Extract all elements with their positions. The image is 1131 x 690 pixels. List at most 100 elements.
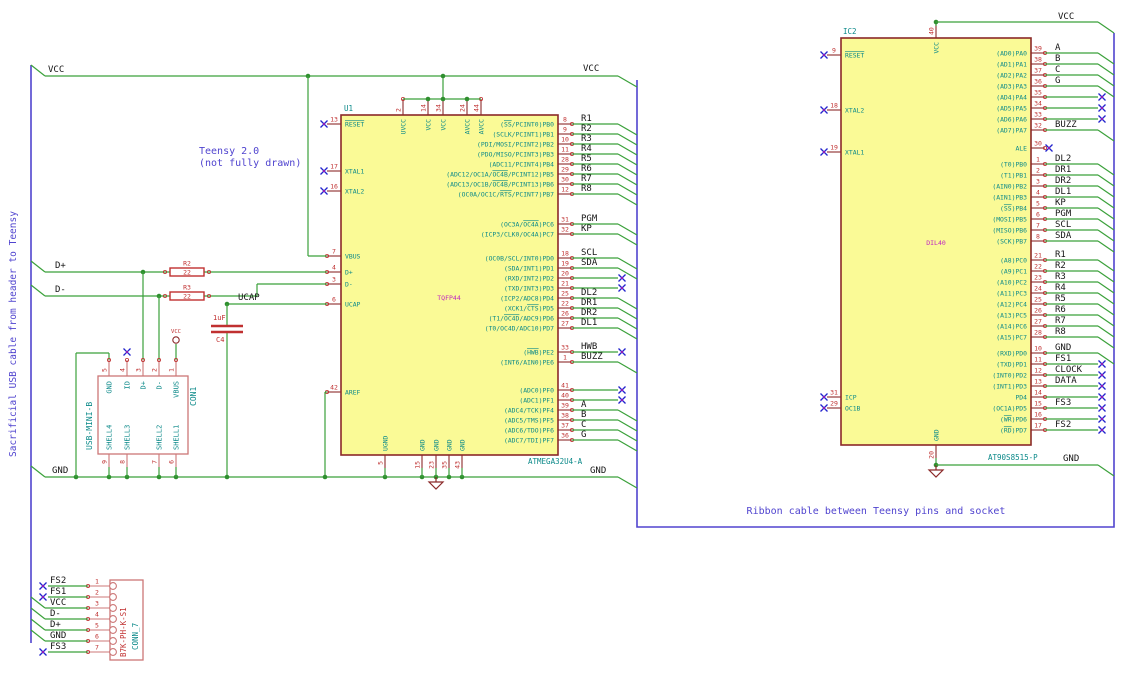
- net-label-fs1[interactable]: FS1: [1055, 354, 1071, 364]
- net-label-r3[interactable]: R3: [581, 134, 592, 144]
- net-label-r4[interactable]: R4: [581, 144, 592, 154]
- net-label-fs2[interactable]: FS2: [1055, 420, 1071, 430]
- net-label-dminus[interactable]: D-: [55, 285, 66, 295]
- net-label-ic2-gnd[interactable]: GND: [1063, 454, 1079, 464]
- pin-name: (OC0A/OC1C/RTS/PCINT7)PB7: [458, 190, 554, 198]
- net-label-clock[interactable]: CLOCK: [1055, 365, 1083, 375]
- net-label-kp[interactable]: KP: [1055, 198, 1066, 208]
- net-label-d-[interactable]: D-: [50, 609, 61, 619]
- net-label-r7[interactable]: R7: [581, 174, 592, 184]
- net-label-d+[interactable]: D+: [50, 620, 61, 630]
- net-label-r2[interactable]: R2: [581, 124, 592, 134]
- net-label-buzz[interactable]: BUZZ: [1055, 120, 1077, 130]
- net-label-gnd[interactable]: GND: [50, 631, 66, 641]
- net-label-fs1[interactable]: FS1: [50, 587, 66, 597]
- pin-name: SHELL1: [173, 425, 181, 450]
- u1-value[interactable]: ATMEGA32U4-A: [528, 457, 583, 466]
- pin-name: (A15)PC7: [996, 333, 1027, 341]
- net-label-dplus[interactable]: D+: [55, 261, 66, 271]
- net-label-a[interactable]: A: [1055, 43, 1061, 53]
- net-label-kp[interactable]: KP: [581, 224, 592, 234]
- wire-segment: [1097, 129, 1115, 142]
- net-label-pgm[interactable]: PGM: [581, 214, 598, 224]
- net-label-r4[interactable]: R4: [1055, 283, 1066, 293]
- net-label-r7[interactable]: R7: [1055, 316, 1066, 326]
- wire-segment: [617, 153, 638, 166]
- net-label-gnd-left[interactable]: GND: [52, 466, 68, 476]
- net-label-g[interactable]: G: [1055, 76, 1060, 86]
- pin-number: 36: [561, 432, 569, 440]
- net-label-dr1[interactable]: DR1: [1055, 165, 1071, 175]
- net-label-b[interactable]: B: [1055, 54, 1060, 64]
- conn7-symbol[interactable]: B7K-PH-K-S1 CONN_71FS22FS13VCC4D-5D+6GND7…: [30, 576, 144, 661]
- pin-number: 4: [332, 264, 336, 272]
- ic2-symbol[interactable]: IC2AT90S8515-PDIL409RESET18XTAL219XTAL13…: [820, 19, 1115, 462]
- net-label-fs3[interactable]: FS3: [50, 642, 66, 652]
- net-label-r1[interactable]: R1: [1055, 250, 1066, 260]
- r2-symbol[interactable]: R222: [162, 260, 211, 277]
- pin-name: (A8)PC0: [1000, 256, 1027, 264]
- con1-symbol[interactable]: USB-MINI-B CON1 5 GND 4 ID 3 D+ 2 D- 1 VBUS 9 SHELL4 8…: [85, 357, 198, 467]
- net-label-dl1[interactable]: DL1: [1055, 187, 1071, 197]
- no-connect-icon: [820, 106, 828, 114]
- net-label-gnd-right[interactable]: GND: [590, 466, 606, 476]
- net-label-dl2[interactable]: DL2: [581, 288, 597, 298]
- net-label-ucap[interactable]: UCAP: [238, 293, 260, 303]
- net-label-vcc[interactable]: VCC: [50, 598, 66, 608]
- pin-name: (ADC7/TDI)PF7: [504, 436, 554, 444]
- wire-segment: [617, 429, 638, 442]
- net-label-dr2[interactable]: DR2: [581, 308, 597, 318]
- pin-name: (OC3A/OC4A)PC6: [500, 220, 554, 228]
- no-connect-dot: [1101, 374, 1103, 376]
- pin-number: 5: [377, 461, 385, 465]
- wire-segment: [30, 284, 46, 297]
- ic2-ref[interactable]: IC2: [843, 27, 857, 36]
- net-label-fs3[interactable]: FS3: [1055, 398, 1071, 408]
- net-label-c[interactable]: C: [1055, 65, 1060, 75]
- net-label-scl[interactable]: SCL: [581, 248, 597, 258]
- net-label-gnd[interactable]: GND: [1055, 343, 1071, 353]
- net-label-r2[interactable]: R2: [1055, 261, 1066, 271]
- wire-segment: [1097, 207, 1115, 220]
- net-label-pgm[interactable]: PGM: [1055, 209, 1072, 219]
- net-label-scl[interactable]: SCL: [1055, 220, 1071, 230]
- net-label-a[interactable]: A: [581, 400, 587, 410]
- no-connect-dot: [621, 399, 623, 401]
- net-label-buzz[interactable]: BUZZ: [581, 352, 603, 362]
- net-label-r6[interactable]: R6: [581, 164, 592, 174]
- ic2-value[interactable]: AT90S8515-P: [988, 453, 1038, 462]
- net-label-dr2[interactable]: DR2: [1055, 176, 1071, 186]
- net-label-r8[interactable]: R8: [1055, 327, 1066, 337]
- net-label-r3[interactable]: R3: [1055, 272, 1066, 282]
- net-label-r5[interactable]: R5: [581, 154, 592, 164]
- net-label-hwb[interactable]: HWB: [581, 342, 597, 352]
- pin-number: 8: [119, 460, 127, 464]
- net-label-dl1[interactable]: DL1: [581, 318, 597, 328]
- net-label-ic2-vcc[interactable]: VCC: [1058, 12, 1074, 22]
- net-label-fs2[interactable]: FS2: [50, 576, 66, 586]
- net-label-vcc-right[interactable]: VCC: [583, 64, 599, 74]
- net-label-r5[interactable]: R5: [1055, 294, 1066, 304]
- pin-number: 20: [928, 451, 936, 459]
- pin-number: 4: [119, 368, 127, 372]
- net-label-r1[interactable]: R1: [581, 114, 592, 124]
- vcc-symbol-icon: VCC: [171, 329, 181, 344]
- junction-dot: [322, 474, 328, 480]
- net-label-r6[interactable]: R6: [1055, 305, 1066, 315]
- net-label-r8[interactable]: R8: [581, 184, 592, 194]
- r3-symbol[interactable]: R322: [162, 284, 211, 301]
- u1-footprint: TQFP44: [437, 294, 461, 302]
- net-label-b[interactable]: B: [581, 410, 586, 420]
- net-label-dl2[interactable]: DL2: [1055, 154, 1071, 164]
- pin-name: GND: [446, 439, 454, 451]
- net-label-sda[interactable]: SDA: [1055, 231, 1072, 241]
- net-label-sda[interactable]: SDA: [581, 258, 598, 268]
- net-label-dr1[interactable]: DR1: [581, 298, 597, 308]
- net-label-c[interactable]: C: [581, 420, 586, 430]
- pin-number: 35: [441, 461, 449, 469]
- net-label-vcc-left[interactable]: VCC: [48, 65, 64, 75]
- net-label-g[interactable]: G: [581, 430, 586, 440]
- u1-ref[interactable]: U1: [344, 104, 353, 113]
- net-label-data[interactable]: DATA: [1055, 376, 1077, 386]
- u1-symbol[interactable]: U1ATMEGA32U4-ATQFP4413RESET17XTAL116XTAL…: [320, 97, 638, 469]
